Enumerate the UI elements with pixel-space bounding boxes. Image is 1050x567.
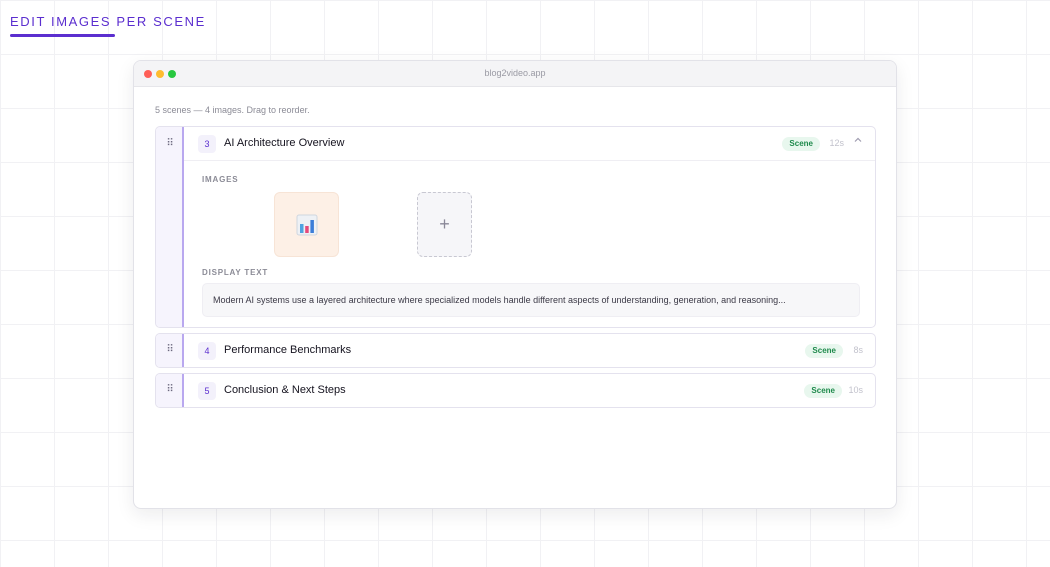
drag-column: ⠿ [156,374,184,407]
scene-title: AI Architecture Overview [224,137,345,149]
scene-type-badge: Scene [805,344,843,358]
page-heading: EDIT IMAGES PER SCENE [10,14,206,29]
scene-image-thumbnail[interactable] [274,192,339,257]
scene-card-4[interactable]: ⠿ 4 Performance Benchmarks Scene 8s [155,333,876,368]
images-section-label: IMAGES [202,175,239,184]
display-text-field[interactable]: Modern AI systems use a layered architec… [202,283,860,317]
drag-handle-icon[interactable]: ⠿ [166,345,174,355]
add-image-button[interactable]: + [417,192,472,257]
scene-card-3[interactable]: ⠿ 3 AI Architecture Overview Scene 12s I… [155,126,876,328]
scene-duration: 8s [853,345,863,355]
app-window: blog2video.app 5 scenes — 4 images. Drag… [133,60,897,509]
drag-column: ⠿ [156,334,184,367]
scene-header[interactable]: 3 AI Architecture Overview Scene 12s [184,127,875,161]
scene-header[interactable]: 4 Performance Benchmarks Scene 8s [184,334,875,367]
drag-handle-icon[interactable]: ⠿ [166,385,174,395]
drag-column: ⠿ [156,127,184,327]
scene-number-badge: 4 [198,342,216,360]
drag-handle-icon[interactable]: ⠿ [166,139,174,149]
chevron-up-icon[interactable] [853,135,863,148]
window-titlebar: blog2video.app [134,61,896,87]
scene-number-badge: 3 [198,135,216,153]
bar-chart-icon [296,214,318,236]
scenes-summary: 5 scenes — 4 images. Drag to reorder. [155,105,310,115]
scene-number-badge: 5 [198,382,216,400]
scene-type-badge: Scene [782,137,820,151]
window-url: blog2video.app [484,68,546,78]
scene-duration: 10s [848,385,863,395]
display-text-section-label: DISPLAY TEXT [202,268,269,277]
scene-title: Performance Benchmarks [224,344,352,356]
scene-duration: 12s [829,138,844,148]
scene-type-badge: Scene [804,384,842,398]
scene-card-5[interactable]: ⠿ 5 Conclusion & Next Steps Scene 10s [155,373,876,408]
scene-header[interactable]: 5 Conclusion & Next Steps Scene 10s [184,374,875,407]
page-heading-underline [10,34,115,37]
scene-title: Conclusion & Next Steps [224,384,346,396]
